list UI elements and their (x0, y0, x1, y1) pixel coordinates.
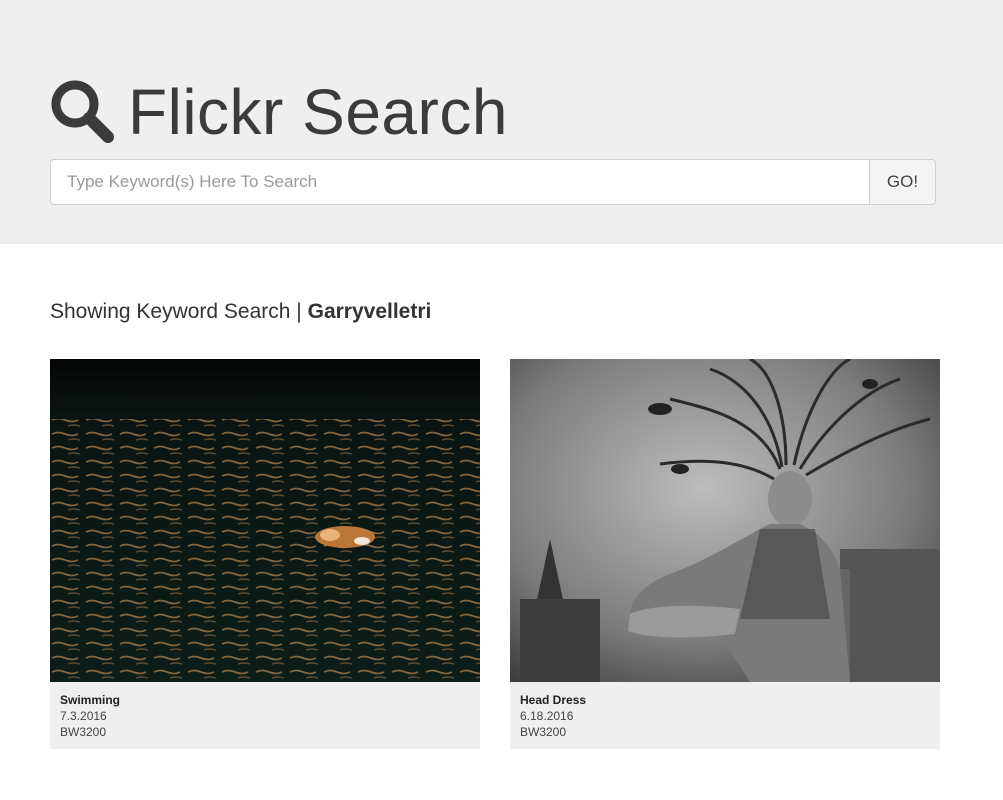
go-button[interactable]: GO! (869, 159, 936, 205)
photo-meta: Head Dress 6.18.2016 BW3200 (510, 682, 940, 740)
search-hero: Flickr Search GO! (0, 0, 1003, 244)
photo-thumbnail[interactable] (50, 359, 480, 682)
page-title: Flickr Search (128, 76, 508, 148)
results-heading: Showing Keyword Search | Garryvelletri (50, 300, 431, 324)
search-input[interactable] (50, 159, 869, 205)
photo-card[interactable]: Swimming 7.3.2016 BW3200 (50, 359, 480, 749)
photo-thumbnail[interactable] (510, 359, 940, 682)
photo-owner: BW3200 (60, 725, 107, 739)
photo-date: 7.3.2016 (60, 709, 107, 723)
photo-title: Head Dress (520, 693, 587, 707)
results-keyword: Garryvelletri (307, 300, 432, 323)
search-form: GO! (50, 159, 936, 205)
results-label: Showing Keyword Search | (50, 300, 302, 323)
photo-card[interactable]: Head Dress 6.18.2016 BW3200 (510, 359, 940, 749)
photo-title: Swimming (60, 693, 121, 707)
photo-owner: BW3200 (520, 725, 567, 739)
brand: Flickr Search (50, 76, 508, 148)
search-icon (50, 79, 116, 145)
photo-meta: Swimming 7.3.2016 BW3200 (50, 682, 480, 740)
photo-date: 6.18.2016 (520, 709, 574, 723)
